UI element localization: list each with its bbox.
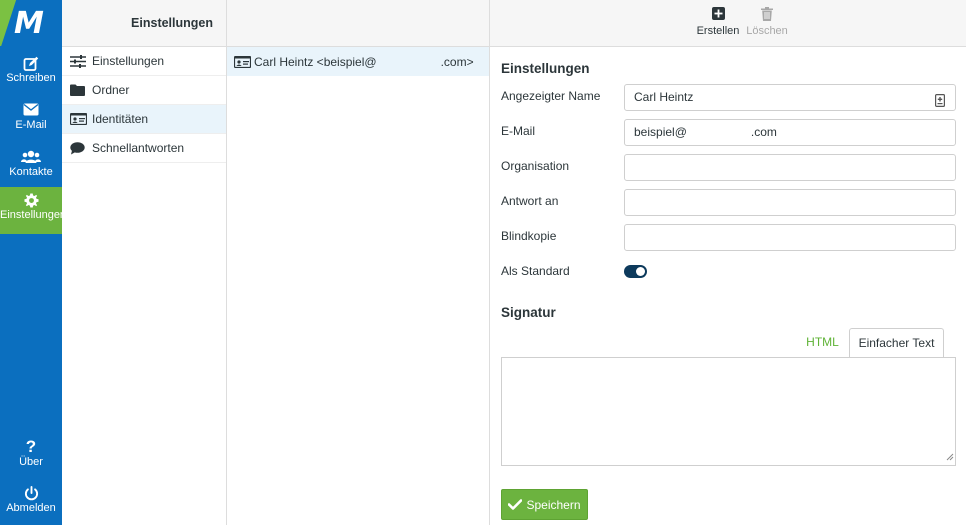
- default-label: Als Standard: [501, 264, 570, 278]
- create-label: Erstellen: [696, 25, 740, 37]
- check-icon: [508, 499, 523, 510]
- create-button[interactable]: Erstellen: [696, 7, 740, 37]
- settings-item-label: Ordner: [92, 83, 130, 97]
- email-prefix: beispiel@: [634, 125, 687, 139]
- email-suffix: .com: [750, 125, 777, 139]
- sliders-icon: [70, 54, 92, 68]
- envelope-icon: [0, 97, 62, 119]
- organization-row: Organisation: [501, 154, 956, 182]
- settings-item-quick-replies[interactable]: Schnellantworten: [62, 134, 226, 163]
- display-name-field[interactable]: Carl Heintz: [624, 84, 956, 111]
- nav-about-label: Über: [19, 456, 43, 468]
- pencil-square-icon: [0, 50, 62, 72]
- toolbar: Erstellen Löschen: [490, 0, 966, 47]
- speech-bubble-icon: [70, 141, 92, 155]
- users-icon: [0, 144, 62, 166]
- id-card-icon: [234, 55, 254, 68]
- organization-field[interactable]: [624, 154, 956, 181]
- delete-label: Löschen: [746, 25, 788, 37]
- nav-compose-label: Schreiben: [6, 72, 56, 84]
- power-icon: [0, 480, 62, 502]
- save-button[interactable]: Speichern: [501, 489, 588, 520]
- default-toggle[interactable]: [624, 265, 647, 278]
- signature-tabs: HTML Einfacher Text: [490, 328, 966, 358]
- id-card-icon: [70, 113, 92, 125]
- nav-contacts-button[interactable]: Kontakte: [0, 144, 62, 191]
- reply-to-row: Antwort an: [501, 189, 956, 217]
- email-label: E-Mail: [501, 124, 536, 138]
- list-header: [227, 0, 489, 47]
- settings-panel: Einstellungen Einstellungen Ordner Ident…: [62, 0, 227, 525]
- bcc-row: Blindkopie: [501, 224, 956, 252]
- display-name-value: Carl Heintz: [634, 90, 694, 104]
- settings-item-identities[interactable]: Identitäten: [62, 105, 226, 134]
- identities-list: Carl Heintz <beispiel@ .com>: [227, 0, 490, 525]
- identity-name-suffix: .com>: [440, 54, 474, 69]
- identity-name-prefix: Carl Heintz <beispiel@: [254, 54, 377, 69]
- bcc-field[interactable]: [624, 224, 956, 251]
- save-label: Speichern: [526, 497, 581, 512]
- bcc-label: Blindkopie: [501, 229, 557, 243]
- logo-letter: M: [14, 6, 44, 41]
- nav-contacts-label: Kontakte: [9, 166, 53, 178]
- nav-mail-button[interactable]: E-Mail: [0, 97, 62, 144]
- settings-item-preferences[interactable]: Einstellungen: [62, 47, 226, 76]
- nav-settings-button[interactable]: Einstellungen: [0, 187, 67, 234]
- settings-item-label: Identitäten: [92, 112, 149, 126]
- tab-html[interactable]: HTML: [795, 328, 850, 358]
- tab-plain-text[interactable]: Einfacher Text: [849, 328, 944, 358]
- plus-square-icon: [696, 7, 740, 25]
- nav-compose-button[interactable]: Schreiben: [0, 50, 62, 97]
- settings-item-folders[interactable]: Ordner: [62, 76, 226, 105]
- contact-card-icon[interactable]: [935, 91, 946, 116]
- reply-to-label: Antwort an: [501, 194, 559, 208]
- nav-logout-button[interactable]: Abmelden: [0, 480, 62, 525]
- form-section-title: Einstellungen: [501, 61, 590, 76]
- folder-icon: [70, 84, 92, 96]
- signature-textarea[interactable]: [501, 357, 956, 466]
- gear-icon: [0, 187, 62, 209]
- nav-settings-label: Einstellungen: [0, 209, 67, 221]
- nav-logout-label: Abmelden: [6, 502, 56, 514]
- identity-detail: Erstellen Löschen Einstellungen Angezeig…: [490, 0, 966, 525]
- organization-label: Organisation: [501, 159, 570, 173]
- identity-list-item[interactable]: Carl Heintz <beispiel@ .com>: [227, 47, 489, 76]
- reply-to-field[interactable]: [624, 189, 956, 216]
- email-field[interactable]: beispiel@ .com: [624, 119, 956, 146]
- settings-item-label: Schnellantworten: [92, 141, 185, 155]
- email-row: E-Mail beispiel@ .com: [501, 119, 956, 147]
- app-nav: M Schreiben E-Mail Kontakte Einstellunge…: [0, 0, 67, 525]
- settings-item-label: Einstellungen: [92, 54, 165, 68]
- resize-grip-icon[interactable]: [946, 450, 954, 464]
- display-name-label: Angezeigter Name: [501, 89, 601, 103]
- app-logo[interactable]: M: [0, 0, 62, 46]
- display-name-row: Angezeigter Name Carl Heintz: [501, 84, 956, 112]
- trash-icon: [745, 7, 789, 25]
- nav-about-button[interactable]: ? Über: [0, 434, 62, 481]
- question-icon: ?: [25, 437, 37, 456]
- settings-panel-title: Einstellungen: [62, 0, 226, 47]
- default-row: Als Standard: [501, 261, 956, 289]
- delete-button[interactable]: Löschen: [745, 7, 789, 37]
- signature-title: Signatur: [501, 305, 556, 320]
- nav-mail-label: E-Mail: [15, 119, 47, 131]
